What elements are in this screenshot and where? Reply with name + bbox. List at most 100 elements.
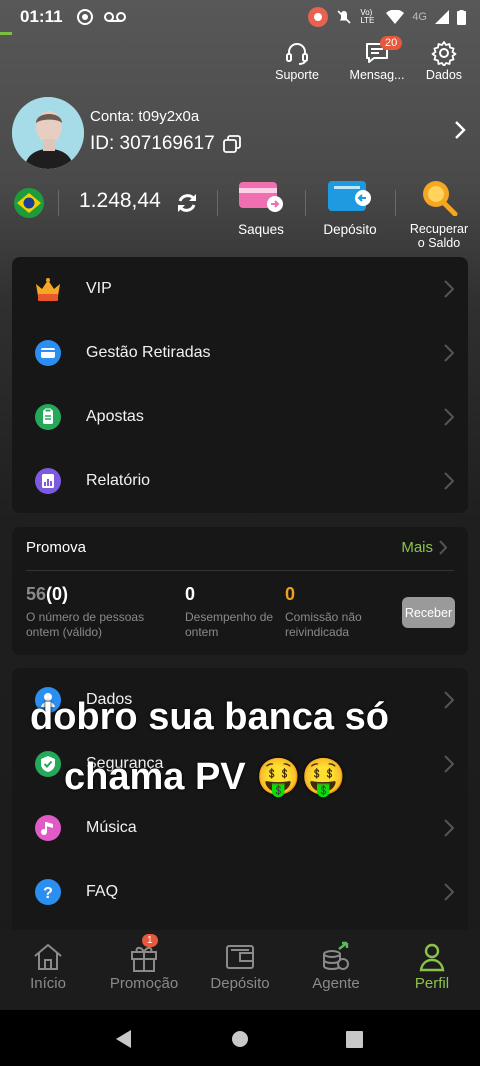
brazil-flag-icon	[14, 188, 44, 218]
copy-icon[interactable]	[222, 135, 241, 153]
support-button[interactable]: Suporte	[262, 40, 332, 82]
settings-button[interactable]: Dados	[422, 40, 466, 82]
menu-item-label: Música	[86, 819, 137, 836]
settings-label: Dados	[425, 68, 463, 82]
nav-promotion[interactable]: 1 Promoção	[104, 934, 184, 992]
question-icon: ?	[34, 878, 62, 906]
user-id-text: ID: 307169617	[90, 133, 215, 154]
nav-home[interactable]: Início	[18, 940, 78, 992]
stat-people-valid: (0)	[46, 584, 69, 604]
money-face-emoji-icon: 🤑🤑	[256, 756, 346, 797]
gear-icon	[431, 41, 457, 66]
messages-button[interactable]: 20 Mensag...	[342, 36, 412, 82]
menu-item-music[interactable]: Música	[12, 796, 468, 860]
menu-item-report[interactable]: Relatório	[12, 449, 468, 513]
stat-performance-label-line2: ontem	[185, 625, 219, 639]
deposit-button[interactable]: Depósito	[320, 178, 380, 237]
user-id: ID: 307169617	[90, 133, 241, 155]
target-icon	[77, 9, 93, 25]
wallet-deposit-icon	[328, 181, 371, 211]
withdraw-button[interactable]: Saques	[231, 178, 291, 237]
stat-people-count: 56	[26, 584, 47, 604]
chevron-right-icon	[444, 472, 454, 490]
search-coin-icon	[423, 181, 458, 216]
promo-card: Promova Mais 56(0) O número de pessoas o…	[12, 527, 468, 655]
music-icon	[34, 814, 62, 842]
menu-item-label: Relatório	[86, 472, 151, 489]
claim-button[interactable]: Receber	[402, 597, 455, 628]
wifi-icon	[386, 10, 405, 24]
chevron-right-icon	[444, 819, 454, 837]
recents-icon[interactable]	[346, 1031, 363, 1048]
menu-item-vip[interactable]: VIP	[12, 257, 468, 321]
back-icon[interactable]	[114, 1029, 132, 1049]
chevron-right-icon[interactable]	[454, 120, 466, 140]
divider	[217, 190, 218, 216]
menu-item-bets[interactable]: Apostas	[12, 385, 468, 449]
mute-icon	[337, 10, 351, 24]
menu-item-faq[interactable]: ? FAQ	[12, 860, 468, 924]
support-label: Suporte	[275, 68, 319, 82]
volte-text: Vo) LTE	[360, 8, 375, 25]
chevron-right-icon	[439, 540, 448, 555]
vip-crown-icon	[34, 275, 62, 303]
avatar[interactable]	[12, 97, 84, 169]
deposit-label: Depósito	[323, 222, 377, 237]
overlay-caption-line2: chama PV 🤑🤑	[64, 756, 346, 799]
nav-agent[interactable]: Agente	[303, 940, 369, 992]
home-circle-icon[interactable]	[231, 1030, 249, 1048]
system-nav-bar	[0, 1010, 480, 1066]
promo-more-link[interactable]: Mais	[401, 539, 448, 556]
voicemail-icon	[104, 12, 126, 22]
card-icon	[34, 339, 62, 367]
account-name: Conta: t09y2x0a	[90, 108, 200, 125]
menu-item-label: Apostas	[86, 408, 144, 425]
chevron-right-icon	[444, 691, 454, 709]
chevron-right-icon	[444, 408, 454, 426]
stat-commission-label: Comissão não reivindicada	[285, 610, 362, 640]
wallet-icon	[226, 945, 254, 969]
record-icon	[308, 7, 329, 27]
card-withdraw-icon	[239, 182, 283, 212]
person-icon	[419, 943, 445, 972]
stat-people-label: O número de pessoas ontem (válido)	[26, 610, 144, 640]
shield-icon	[34, 750, 62, 778]
chevron-right-icon	[444, 883, 454, 901]
status-left-icons	[76, 8, 126, 26]
stat-people-label-line1: O número de pessoas	[26, 610, 145, 624]
chevron-right-icon	[444, 755, 454, 773]
stat-performance-value: 0	[185, 584, 196, 604]
menu-item-withdrawals[interactable]: Gestão Retiradas	[12, 321, 468, 385]
nav-profile-label: Perfil	[414, 975, 450, 992]
withdraw-label: Saques	[238, 222, 284, 237]
divider	[58, 190, 59, 216]
status-right-icons: Vo) LTE 4G	[308, 7, 466, 27]
menu-item-label: FAQ	[86, 883, 119, 900]
divider	[26, 570, 454, 571]
stat-commission-label-line1: Comissão não	[285, 610, 362, 624]
chevron-right-icon	[444, 344, 454, 362]
stat-commission-label-line2: reivindicada	[285, 625, 350, 639]
clipboard-icon	[34, 403, 62, 431]
avatar-image	[12, 97, 84, 169]
stat-people-label-line2: ontem (válido)	[26, 625, 103, 639]
signal-icon	[435, 10, 449, 24]
stat-commission-value: 0	[285, 584, 296, 604]
recover-balance-button[interactable]: Recuperar o Saldo	[406, 178, 472, 250]
nav-profile[interactable]: Perfil	[402, 940, 462, 992]
divider	[395, 190, 396, 216]
refresh-icon[interactable]	[175, 190, 199, 216]
headset-icon	[286, 43, 308, 65]
battery-icon	[457, 9, 466, 25]
overlay-caption-text: chama PV	[64, 756, 246, 798]
promotion-badge: 1	[142, 934, 158, 947]
promo-more-label: Mais	[401, 539, 433, 556]
nav-deposit[interactable]: Depósito	[205, 940, 275, 992]
status-time: 01:11	[20, 7, 63, 26]
status-bar: 01:11 Vo) LTE 4G	[0, 0, 480, 34]
accent-mark	[0, 32, 12, 35]
message-badge: 20	[380, 36, 403, 50]
nav-deposit-label: Depósito	[210, 975, 270, 992]
svg-text:?: ?	[43, 885, 53, 902]
top-actions: Suporte 20 Mensag... Dados	[262, 36, 466, 82]
